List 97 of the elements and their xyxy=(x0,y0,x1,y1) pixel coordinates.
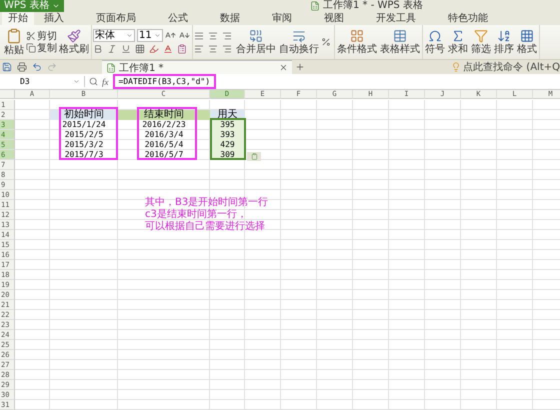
printer-icon xyxy=(17,62,27,72)
header-cell: 结束时间 xyxy=(118,110,210,120)
highlight-rectangle xyxy=(59,107,118,160)
scissors-icon xyxy=(26,31,36,41)
table-style-button[interactable]: 表格样式 xyxy=(379,29,421,55)
font-size-field[interactable]: 11 xyxy=(137,29,163,42)
border-button[interactable] xyxy=(135,43,147,55)
close-icon xyxy=(279,63,288,72)
menu-tab[interactable]: 开发工具 xyxy=(370,12,422,25)
print-button[interactable] xyxy=(17,61,29,73)
menu-tab[interactable]: 开始 xyxy=(2,12,34,25)
paintbrush-icon xyxy=(67,29,81,43)
menu-tab[interactable]: 公式 xyxy=(162,12,194,25)
underline-icon xyxy=(121,44,131,54)
table-icon xyxy=(393,29,407,43)
sort-button[interactable]: 排序 xyxy=(493,29,515,55)
save-button[interactable] xyxy=(2,61,14,73)
formula-field[interactable]: =DATEDIF(B3,C3,"d") xyxy=(112,74,216,89)
name-box[interactable]: D3 xyxy=(0,76,85,87)
menu-tab[interactable]: 插入 xyxy=(38,12,70,25)
caret-icon xyxy=(73,78,80,85)
highlight-rectangle xyxy=(137,107,197,160)
sigma-icon xyxy=(451,29,465,43)
window-title: 工作簿1 * - WPS 表格 xyxy=(323,0,423,12)
fill-color-button[interactable] xyxy=(149,43,161,55)
table-cell: 395 xyxy=(210,120,245,130)
funnel-icon xyxy=(474,29,488,43)
italic-icon xyxy=(107,44,117,54)
align-icon xyxy=(208,30,218,40)
wrap-text-icon xyxy=(292,29,306,43)
lightbulb-icon xyxy=(451,62,462,72)
copy-icon xyxy=(26,43,36,53)
caret-icon xyxy=(126,32,133,39)
redo-icon xyxy=(47,62,57,72)
menu-tab[interactable]: 视图 xyxy=(318,12,350,25)
percent-icon xyxy=(321,37,331,47)
symbol-button[interactable]: 符号 xyxy=(424,29,446,55)
sort-icon xyxy=(497,29,511,43)
table-cell: 429 xyxy=(210,140,245,150)
format-button[interactable]: 格式 xyxy=(516,29,538,55)
align-icon xyxy=(222,30,232,40)
selection-outline xyxy=(210,118,246,160)
table-cell-text: 2016/5/4 xyxy=(144,140,184,150)
grid-icon xyxy=(520,29,534,43)
clipboard-icon xyxy=(6,28,22,44)
table-cell-text: 2015/2/5 xyxy=(64,130,104,140)
align-left-icon xyxy=(194,44,204,54)
cut-button[interactable]: 剪切 xyxy=(26,30,57,42)
grid-icon xyxy=(135,44,145,54)
align-right-icon xyxy=(222,44,232,54)
menu-tab[interactable]: 页面布局 xyxy=(90,12,142,25)
header-cell: 初始时间 xyxy=(50,110,118,120)
clipboard-icon xyxy=(250,153,258,160)
menu-tab[interactable]: 审阅 xyxy=(266,12,298,25)
table-cell-text: 2016/2/23 xyxy=(141,120,187,130)
paste-button[interactable]: 粘贴 xyxy=(3,28,25,56)
table-cell-text: 2015/1/24 xyxy=(61,120,107,130)
copy-button[interactable]: 复制 xyxy=(26,42,57,54)
function-label[interactable]: fx xyxy=(102,76,108,86)
omega-icon xyxy=(428,29,442,43)
font-name-field[interactable]: 宋体 xyxy=(93,29,135,42)
caret-icon xyxy=(52,2,60,10)
merge-icon xyxy=(249,29,263,43)
note-line: 可以根据自己需要进行选择 xyxy=(145,221,266,233)
table-cell-text: 2016/3/4 xyxy=(144,130,184,140)
undo-icon xyxy=(32,62,42,72)
filter-button[interactable]: 筛选 xyxy=(470,29,492,55)
save-icon xyxy=(2,62,12,72)
font-color-icon xyxy=(163,44,173,54)
clipboard-icon xyxy=(177,44,187,54)
paste-options-icon[interactable] xyxy=(247,152,261,161)
note-line: c3是结束时间第一行， xyxy=(145,209,248,220)
menu-tab[interactable]: 数据 xyxy=(214,12,246,25)
spreadsheet-icon xyxy=(310,1,320,11)
table-cell: 393 xyxy=(210,130,245,140)
sum-button[interactable]: 求和 xyxy=(447,29,469,55)
command-search[interactable]: 点此查找命令 (Alt+Q xyxy=(451,60,560,74)
caret-icon xyxy=(154,32,161,39)
bold-icon xyxy=(93,44,103,54)
table-cell-text: 2015/7/3 xyxy=(64,150,104,160)
wrap-text-button[interactable]: 自动换行 xyxy=(278,29,320,55)
document-tab[interactable]: 工作簿1 * xyxy=(102,60,292,74)
note-line: 其中，B3是开始时间第一行 xyxy=(145,197,268,208)
highlighter-icon xyxy=(149,44,159,54)
table-cell-text: 2015/3/2 xyxy=(64,140,104,150)
merge-center-button[interactable]: 合并居中 xyxy=(235,29,277,55)
app-menu-button[interactable]: WPS 表格 xyxy=(0,0,64,12)
menu-tab[interactable]: 特色功能 xyxy=(442,12,494,25)
plus-icon xyxy=(295,62,305,72)
align-icon xyxy=(194,30,204,40)
grid-icon xyxy=(350,29,364,43)
align-center-icon xyxy=(208,44,218,54)
format-painter-button[interactable]: 格式刷 xyxy=(58,29,90,55)
conditional-format-button[interactable]: 条件格式 xyxy=(336,29,378,55)
spreadsheet-icon xyxy=(106,62,116,72)
search-icon xyxy=(89,77,98,86)
table-cell-text: 2016/5/7 xyxy=(144,150,184,160)
